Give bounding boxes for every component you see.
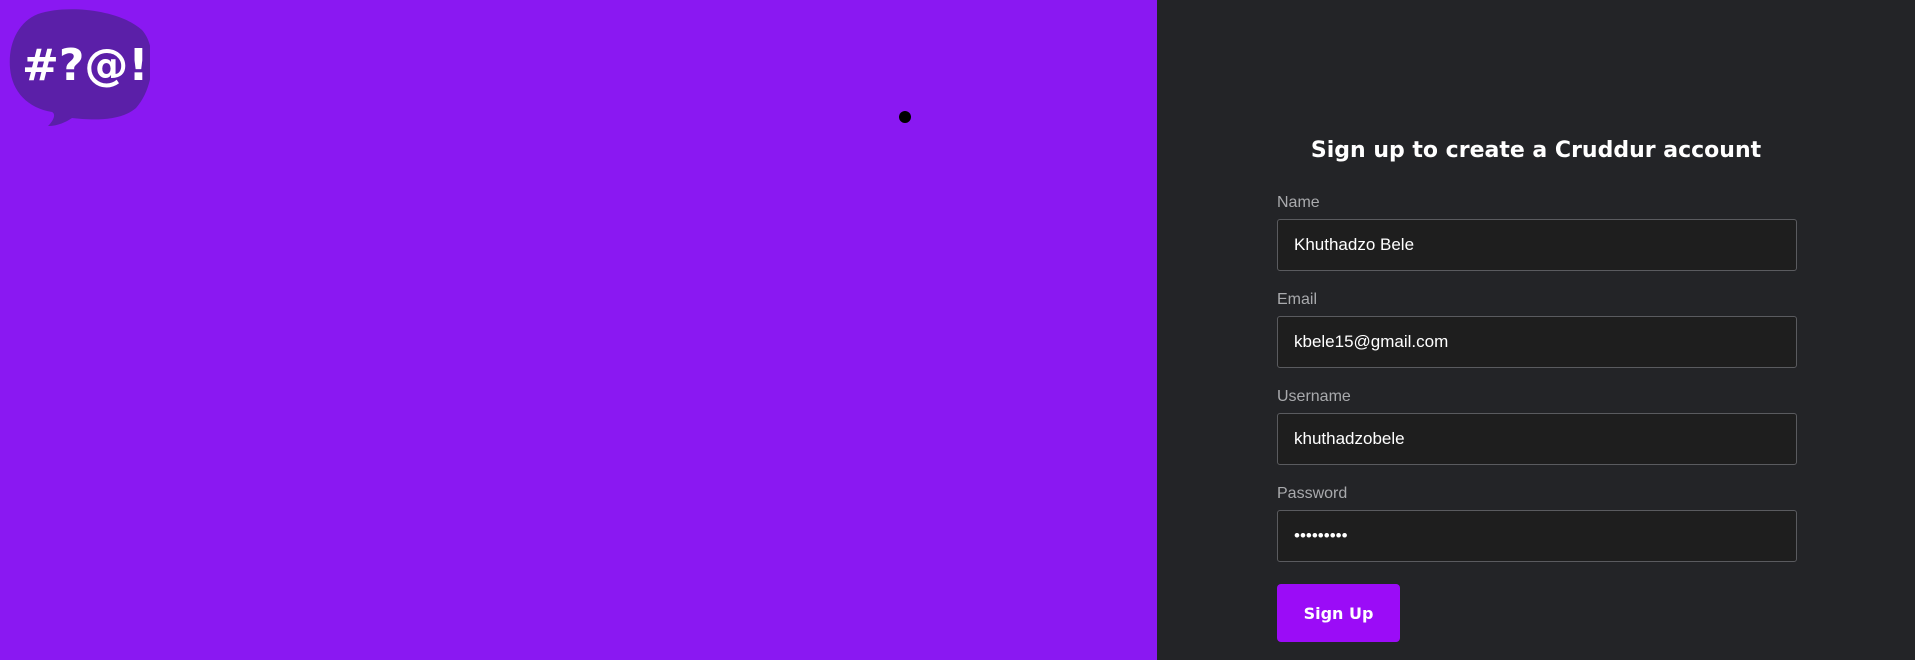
cursor-dot <box>899 111 911 123</box>
username-label: Username <box>1277 388 1351 405</box>
username-field-group: Username <box>1277 387 1797 465</box>
password-field-group: Password <box>1277 484 1797 562</box>
password-label: Password <box>1277 485 1348 502</box>
logo-lettering: #?@! <box>22 40 148 91</box>
brand-panel: #?@! <box>0 0 1157 660</box>
email-field-group: Email <box>1277 290 1797 368</box>
form-title: Sign up to create a Cruddur account <box>1310 138 1762 163</box>
name-field-group: Name <box>1277 193 1797 271</box>
email-input[interactable] <box>1277 316 1797 368</box>
password-input[interactable] <box>1277 510 1797 562</box>
sign-up-button[interactable]: Sign Up <box>1277 584 1400 642</box>
username-input[interactable] <box>1277 413 1797 465</box>
name-input[interactable] <box>1277 219 1797 271</box>
speech-bubble-logo-icon: #?@! <box>8 8 150 126</box>
signup-page: #?@! Sign up to create a Cruddur account… <box>0 0 1915 660</box>
name-label: Name <box>1277 194 1320 211</box>
signup-panel: Sign up to create a Cruddur account Name… <box>1157 0 1915 660</box>
email-label: Email <box>1277 291 1318 308</box>
